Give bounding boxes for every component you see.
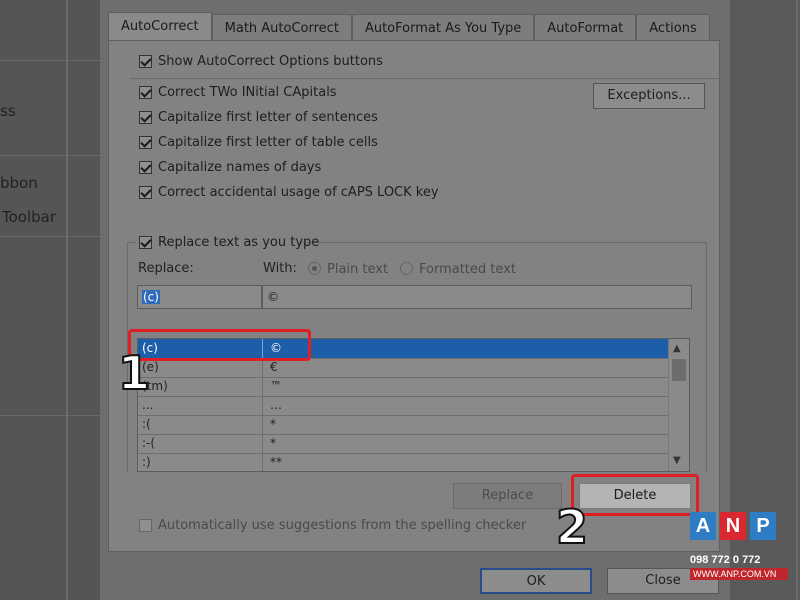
checkbox[interactable] [139, 186, 152, 199]
divider [130, 78, 720, 79]
tab-autoformat[interactable]: AutoFormat [534, 14, 637, 42]
entry-with: * [270, 417, 276, 431]
list-item[interactable]: :-( * [138, 434, 668, 454]
scroll-down-icon[interactable]: ▼ [673, 455, 681, 466]
checkbox[interactable] [139, 236, 152, 249]
plain-text-radio[interactable]: Plain text [308, 262, 388, 277]
option-label: Correct TWo INitial CApitals [158, 85, 337, 100]
annotation-highlight-delete [571, 474, 699, 516]
with-label: With: [263, 261, 297, 276]
tab-actions[interactable]: Actions [636, 14, 710, 42]
replace-text-as-you-type-option[interactable]: Replace text as you type [139, 235, 319, 250]
capitalize-sentences-option[interactable]: Capitalize first letter of sentences [139, 110, 378, 125]
entry-with: € [270, 360, 278, 374]
option-label: Show AutoCorrect Options buttons [158, 54, 383, 69]
correct-caps-lock-option[interactable]: Correct accidental usage of cAPS LOCK ke… [139, 185, 439, 200]
checkbox[interactable] [139, 519, 152, 532]
entry-replace: :-( [142, 436, 156, 450]
list-item[interactable]: ... … [138, 396, 668, 416]
option-label: Capitalize first letter of table cells [158, 135, 378, 150]
option-label: Replace text as you type [158, 235, 320, 250]
replace-input-value: (c) [142, 290, 160, 304]
logo-phone: 098 772 0 772 [690, 554, 761, 566]
tab-autoformat-as-you-type[interactable]: AutoFormat As You Type [351, 14, 535, 42]
checkbox[interactable] [139, 86, 152, 99]
background-item: bbon [0, 174, 38, 192]
group-frame [706, 242, 707, 472]
with-input-value: © [267, 290, 279, 304]
replace-button[interactable]: Replace [453, 483, 562, 509]
checkbox[interactable] [139, 55, 152, 68]
entry-with: ** [270, 455, 282, 469]
entry-replace: ... [142, 398, 154, 412]
ok-button[interactable]: OK [480, 568, 592, 594]
show-autocorrect-options-option[interactable]: Show AutoCorrect Options buttons [139, 54, 383, 69]
radio-button[interactable] [400, 262, 413, 275]
anp-logo: A N P 098 772 0 772 WWW.ANP.COM.VN [690, 512, 788, 592]
option-label: Capitalize first letter of sentences [158, 110, 378, 125]
logo-website: WWW.ANP.COM.VN [690, 568, 788, 580]
entry-replace: :( [142, 417, 151, 431]
radio-label: Plain text [327, 262, 389, 277]
background-sidebar [0, 0, 100, 600]
background-divider [796, 0, 798, 600]
list-item[interactable]: :) ** [138, 453, 668, 471]
list-scrollbar[interactable]: ▲ ▼ [668, 339, 689, 471]
background-item: Toolbar [2, 208, 57, 226]
checkbox[interactable] [139, 161, 152, 174]
annotation-highlight-entry [128, 329, 311, 361]
list-item[interactable]: (e) € [138, 358, 668, 378]
correct-two-initial-capitals-option[interactable]: Correct TWo INitial CApitals [139, 85, 337, 100]
radio-button[interactable] [308, 262, 321, 275]
tab-autocorrect[interactable]: AutoCorrect [108, 12, 212, 42]
with-input[interactable]: © [262, 285, 692, 309]
scroll-up-icon[interactable]: ▲ [673, 343, 681, 354]
list-item[interactable]: (tm) ™ [138, 377, 668, 397]
group-frame [127, 242, 136, 243]
capitalize-days-option[interactable]: Capitalize names of days [139, 160, 321, 175]
logo-letter: A [690, 512, 716, 540]
entry-with: ™ [270, 379, 282, 393]
group-frame [300, 242, 706, 243]
scroll-thumb[interactable] [672, 359, 686, 381]
entry-replace: :) [142, 455, 151, 469]
logo-letter: N [720, 512, 746, 540]
tab-bar: AutoCorrect Math AutoCorrect AutoFormat … [108, 12, 710, 42]
list-item[interactable]: :( * [138, 415, 668, 435]
spelling-suggestions-option[interactable]: Automatically use suggestions from the s… [139, 518, 526, 533]
option-label: Correct accidental usage of cAPS LOCK ke… [158, 185, 439, 200]
option-label: Capitalize names of days [158, 160, 322, 175]
background-right-panel [730, 0, 800, 600]
entry-with: … [270, 398, 282, 412]
background-divider [66, 0, 68, 600]
logo-letter: P [750, 512, 776, 540]
option-label: Automatically use suggestions from the s… [158, 518, 527, 533]
tab-math-autocorrect[interactable]: Math AutoCorrect [211, 14, 352, 42]
annotation-step-2: 2 [555, 499, 589, 555]
entry-with: * [270, 436, 276, 450]
background-item: ss [0, 102, 16, 120]
replace-label: Replace: [138, 261, 194, 276]
checkbox[interactable] [139, 136, 152, 149]
exceptions-button[interactable]: Exceptions... [593, 83, 705, 109]
replace-input[interactable]: (c) [137, 285, 262, 309]
radio-label: Formatted text [419, 262, 516, 277]
annotation-step-1: 1 [117, 345, 151, 401]
capitalize-table-cells-option[interactable]: Capitalize first letter of table cells [139, 135, 378, 150]
formatted-text-radio[interactable]: Formatted text [400, 262, 516, 277]
checkbox[interactable] [139, 111, 152, 124]
